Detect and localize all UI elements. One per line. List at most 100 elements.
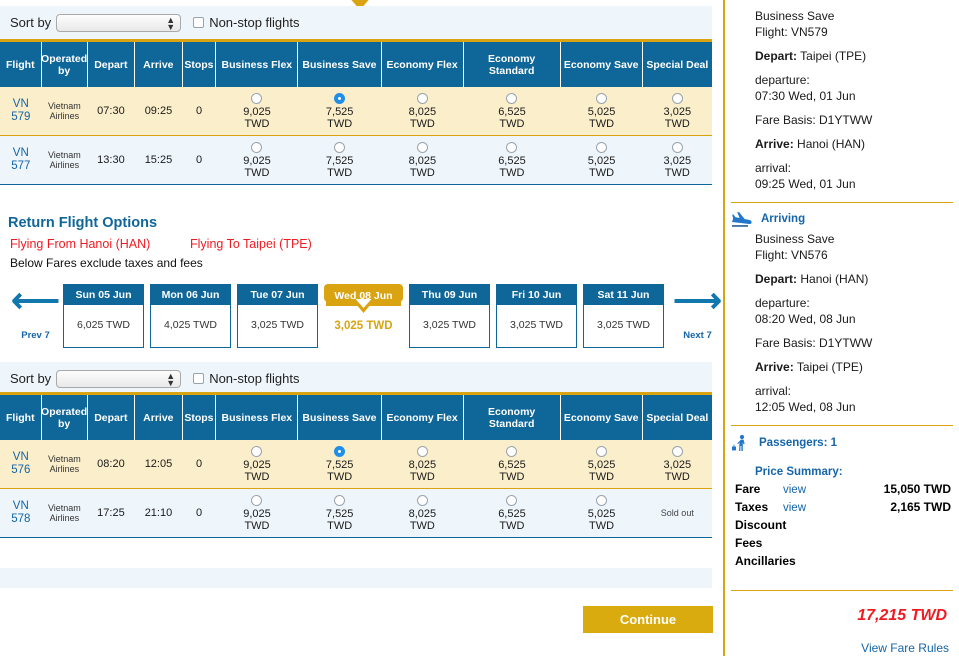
outbound-nonstop-checkbox[interactable] <box>193 17 205 28</box>
departing-arrival-value: 09:25 Wed, 01 Jun <box>755 177 856 191</box>
fare-radio[interactable] <box>596 494 608 506</box>
booking-page: Sort by ▲ ▼ Non-stop flights Flight Operat… <box>0 0 959 656</box>
fare-radio[interactable] <box>251 494 263 506</box>
fare-radio[interactable] <box>671 141 683 153</box>
price-amount: 2,165 TWD <box>890 500 951 514</box>
date-price: 3,025 TWD <box>510 319 563 331</box>
sort-by-label-return: Sort by <box>10 371 52 386</box>
return-col-header: Economy Flex <box>382 395 464 440</box>
return-nonstop-label: Non-stop flights <box>209 371 300 386</box>
operator-line1: Vietnam <box>47 503 81 513</box>
fare-cell[interactable]: 9,025 TWD <box>216 87 298 135</box>
fare-cell[interactable]: 6,525 TWD <box>463 136 560 184</box>
flight-number-cell[interactable]: VN 579 <box>0 87 42 135</box>
fare-radio[interactable] <box>506 445 518 457</box>
arrow-left-icon: ⟵ <box>11 282 60 320</box>
fare-price: 9,025 <box>243 507 271 520</box>
fare-price: 5,025 <box>587 507 616 520</box>
flight-number-cell[interactable]: VN 577 <box>0 136 42 184</box>
date-option-cell[interactable]: Wed 08 Jun 3,025 TWD <box>324 284 403 332</box>
fare-cell[interactable]: 5,025 TWD <box>560 87 642 135</box>
view-fare-rules-link[interactable]: View Fare Rules <box>725 641 959 655</box>
table-row: VN 579 Vietnam Airlines 07:30 09:25 0 9,025 TWD 7… <box>0 87 712 136</box>
price-view-link[interactable]: view <box>783 484 806 496</box>
fare-radio[interactable] <box>334 494 346 506</box>
price-view-link[interactable]: view <box>783 502 806 514</box>
fare-cell[interactable]: 5,025 TWD <box>560 489 642 537</box>
date-option-cell[interactable]: Fri 10 Jun 3,025 TWD <box>496 284 577 348</box>
fare-radio[interactable] <box>506 494 518 506</box>
fare-cell[interactable]: 6,525 TWD <box>463 489 560 537</box>
outbound-col-header: Depart <box>88 42 136 87</box>
fare-cell[interactable]: 3,025 TWD <box>643 87 712 135</box>
date-option-cell[interactable]: Sat 11 Jun 3,025 TWD <box>583 284 664 348</box>
stops-cell: 0 <box>182 136 216 184</box>
return-col-header: Arrive <box>135 395 183 440</box>
fare-radio[interactable] <box>416 92 428 104</box>
fare-cell[interactable]: 8,025 TWD <box>381 489 463 537</box>
fare-price: 3,025 <box>663 105 692 118</box>
fare-radio[interactable] <box>416 445 428 457</box>
fare-radio[interactable] <box>671 92 683 104</box>
fare-cell[interactable]: 8,025 TWD <box>381 136 463 184</box>
return-sort-select[interactable]: ▲ ▼ <box>56 369 182 388</box>
price-label: Fees <box>735 536 763 550</box>
fare-price: 7,525 <box>325 154 354 167</box>
fare-cell[interactable]: 7,525 TWD <box>298 489 381 537</box>
fare-cell[interactable]: 7,525 TWD <box>298 136 381 184</box>
date-option-cell[interactable]: Tue 07 Jun 3,025 TWD <box>237 284 318 348</box>
fare-cell[interactable]: 5,025 TWD <box>560 136 642 184</box>
fare-radio[interactable] <box>671 445 683 457</box>
fare-radio[interactable] <box>596 92 608 104</box>
flight-number-line2: 577 <box>11 160 31 172</box>
prev-7-days-button[interactable]: ⟵ Prev 7 <box>8 284 63 341</box>
fare-currency: TWD <box>327 166 353 179</box>
fare-currency: TWD <box>664 117 690 130</box>
fare-cell[interactable]: 6,525 TWD <box>463 440 560 488</box>
flight-number-cell[interactable]: VN 576 <box>0 440 42 488</box>
fare-radio[interactable] <box>334 92 346 104</box>
fare-radio[interactable] <box>596 445 608 457</box>
fare-radio[interactable] <box>506 92 518 104</box>
prev-7-label: Prev 7 <box>21 330 50 341</box>
return-nonstop-checkbox[interactable] <box>193 373 205 384</box>
fare-radio[interactable] <box>251 141 263 153</box>
fare-cell[interactable]: 8,025 TWD <box>381 440 463 488</box>
next-7-days-button[interactable]: ⟶ Next 7 <box>670 284 725 341</box>
fare-cell[interactable]: 9,025 TWD <box>216 136 298 184</box>
outbound-col-header: Flight <box>0 42 42 87</box>
arrive-time: 15:25 <box>144 154 173 166</box>
fare-cell[interactable]: 8,025 TWD <box>381 87 463 135</box>
date-option-cell[interactable]: Sun 05 Jun 6,025 TWD <box>63 284 144 348</box>
depart-cell: 07:30 <box>87 87 135 135</box>
fare-radio[interactable] <box>416 141 428 153</box>
continue-button[interactable]: Continue <box>583 606 713 633</box>
fare-currency: TWD <box>499 519 525 532</box>
fare-cell[interactable]: 3,025 TWD <box>643 136 712 184</box>
date-option-cell[interactable]: Mon 06 Jun 4,025 TWD <box>150 284 231 348</box>
operator-line2: Airlines <box>49 464 80 474</box>
fare-radio[interactable] <box>596 141 608 153</box>
fare-cell[interactable]: 9,025 TWD <box>216 489 298 537</box>
flight-number-cell[interactable]: VN 578 <box>0 489 42 537</box>
date-selector-strip: ⟵ Prev 7 Sun 05 Jun 6,025 TWD Mon 06 Jun 4,02… <box>8 284 725 348</box>
fare-radio[interactable] <box>334 141 346 153</box>
fare-cell[interactable]: 3,025 TWD <box>643 440 712 488</box>
fare-currency: TWD <box>327 117 353 130</box>
fare-cell[interactable]: 9,025 TWD <box>216 440 298 488</box>
price-label: Ancillaries <box>735 554 796 568</box>
outbound-sort-select[interactable]: ▲ ▼ <box>56 13 182 32</box>
fare-radio[interactable] <box>506 141 518 153</box>
fare-cell[interactable]: 6,525 TWD <box>463 87 560 135</box>
fare-cell[interactable]: 7,525 TWD <box>298 87 381 135</box>
fare-radio[interactable] <box>416 494 428 506</box>
date-option-cell[interactable]: Thu 09 Jun 3,025 TWD <box>409 284 490 348</box>
fare-currency: TWD <box>664 470 690 483</box>
fare-radio[interactable] <box>251 445 263 457</box>
depart-cell: 08:20 <box>87 440 135 488</box>
fare-radio[interactable] <box>251 92 263 104</box>
fare-cell[interactable]: 5,025 TWD <box>560 440 642 488</box>
fare-radio[interactable] <box>334 445 346 457</box>
date-price: 3,025 TWD <box>423 319 476 331</box>
fare-cell[interactable]: 7,525 TWD <box>298 440 381 488</box>
